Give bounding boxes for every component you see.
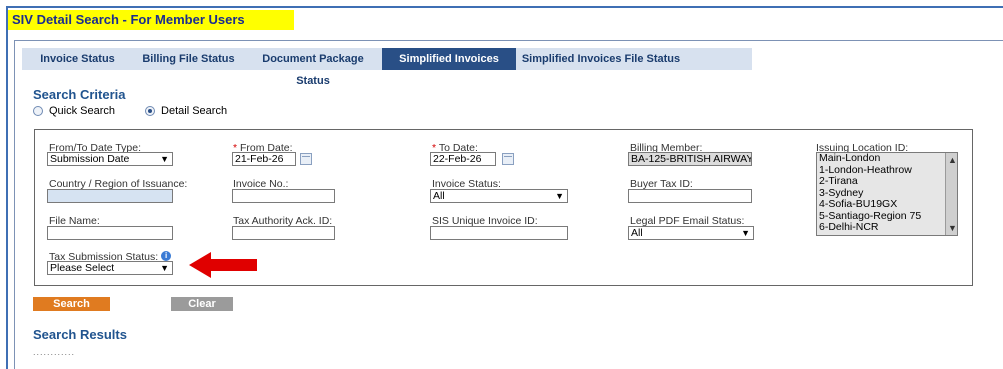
quick-search-radio[interactable] (33, 106, 43, 116)
list-item[interactable]: 6-Delhi-NCR (817, 221, 957, 234)
tab-billing-file-status[interactable]: Billing File Status (133, 48, 244, 70)
list-item[interactable]: Main-London (817, 152, 957, 165)
invoice-no-input[interactable] (232, 189, 335, 203)
country-region-input[interactable] (47, 189, 173, 203)
quick-search-label: Quick Search (49, 105, 116, 117)
tab-bar: Invoice Status Billing File Status Docum… (22, 48, 752, 87)
calendar-icon[interactable] (300, 153, 312, 165)
red-arrow-icon (189, 252, 257, 278)
search-button[interactable]: Search (33, 297, 110, 311)
from-date-input[interactable]: 21-Feb-26 (232, 152, 296, 166)
billing-member-input[interactable]: BA-125-BRITISH AIRWAYS (628, 152, 752, 166)
info-icon[interactable]: i (161, 251, 172, 261)
tab-invoice-status[interactable]: Invoice Status (22, 48, 133, 70)
search-criteria-box: From/To Date Type: Submission Date * Fro… (34, 129, 973, 286)
to-date-input[interactable]: 22-Feb-26 (430, 152, 496, 166)
search-results-placeholder: ............ (33, 347, 76, 357)
clear-button[interactable]: Clear (171, 297, 233, 311)
list-item[interactable]: 2-Tirana (817, 175, 957, 188)
buyer-tax-id-input[interactable] (628, 189, 752, 203)
page-title: SIV Detail Search - For Member Users (8, 10, 294, 30)
search-results-title: Search Results (33, 327, 127, 342)
legal-pdf-email-status-select[interactable]: All (628, 226, 754, 240)
tax-submission-status-select[interactable]: Please Select (47, 261, 173, 275)
scroll-down-icon[interactable]: ▼ (948, 223, 957, 233)
scroll-up-icon[interactable]: ▲ (948, 155, 957, 165)
listbox-scrollbar[interactable]: ▲ ▼ (945, 153, 957, 235)
tab-simplified-invoices-file-status[interactable]: Simplified Invoices File Status (516, 48, 686, 70)
from-to-date-type-select[interactable]: Submission Date (47, 152, 173, 166)
sis-unique-invoice-id-input[interactable] (430, 226, 568, 240)
invoice-status-select[interactable]: All (430, 189, 568, 203)
search-criteria-title: Search Criteria (33, 87, 126, 102)
detail-search-label: Detail Search (161, 105, 228, 117)
tab-document-package-status[interactable]: Document Package Status (244, 48, 382, 87)
issuing-location-listbox[interactable]: Main-London 1-London-Heathrow 2-Tirana 3… (816, 152, 958, 236)
detail-search-radio[interactable] (145, 106, 156, 116)
tab-simplified-invoices-status[interactable]: Simplified Invoices Status (382, 48, 516, 87)
calendar-icon[interactable] (502, 153, 514, 165)
list-item[interactable]: 4-Sofia-BU19GX (817, 198, 957, 211)
file-name-input[interactable] (47, 226, 173, 240)
search-mode-radios: Quick Search Detail Search (33, 105, 251, 117)
tax-authority-ack-id-input[interactable] (232, 226, 335, 240)
